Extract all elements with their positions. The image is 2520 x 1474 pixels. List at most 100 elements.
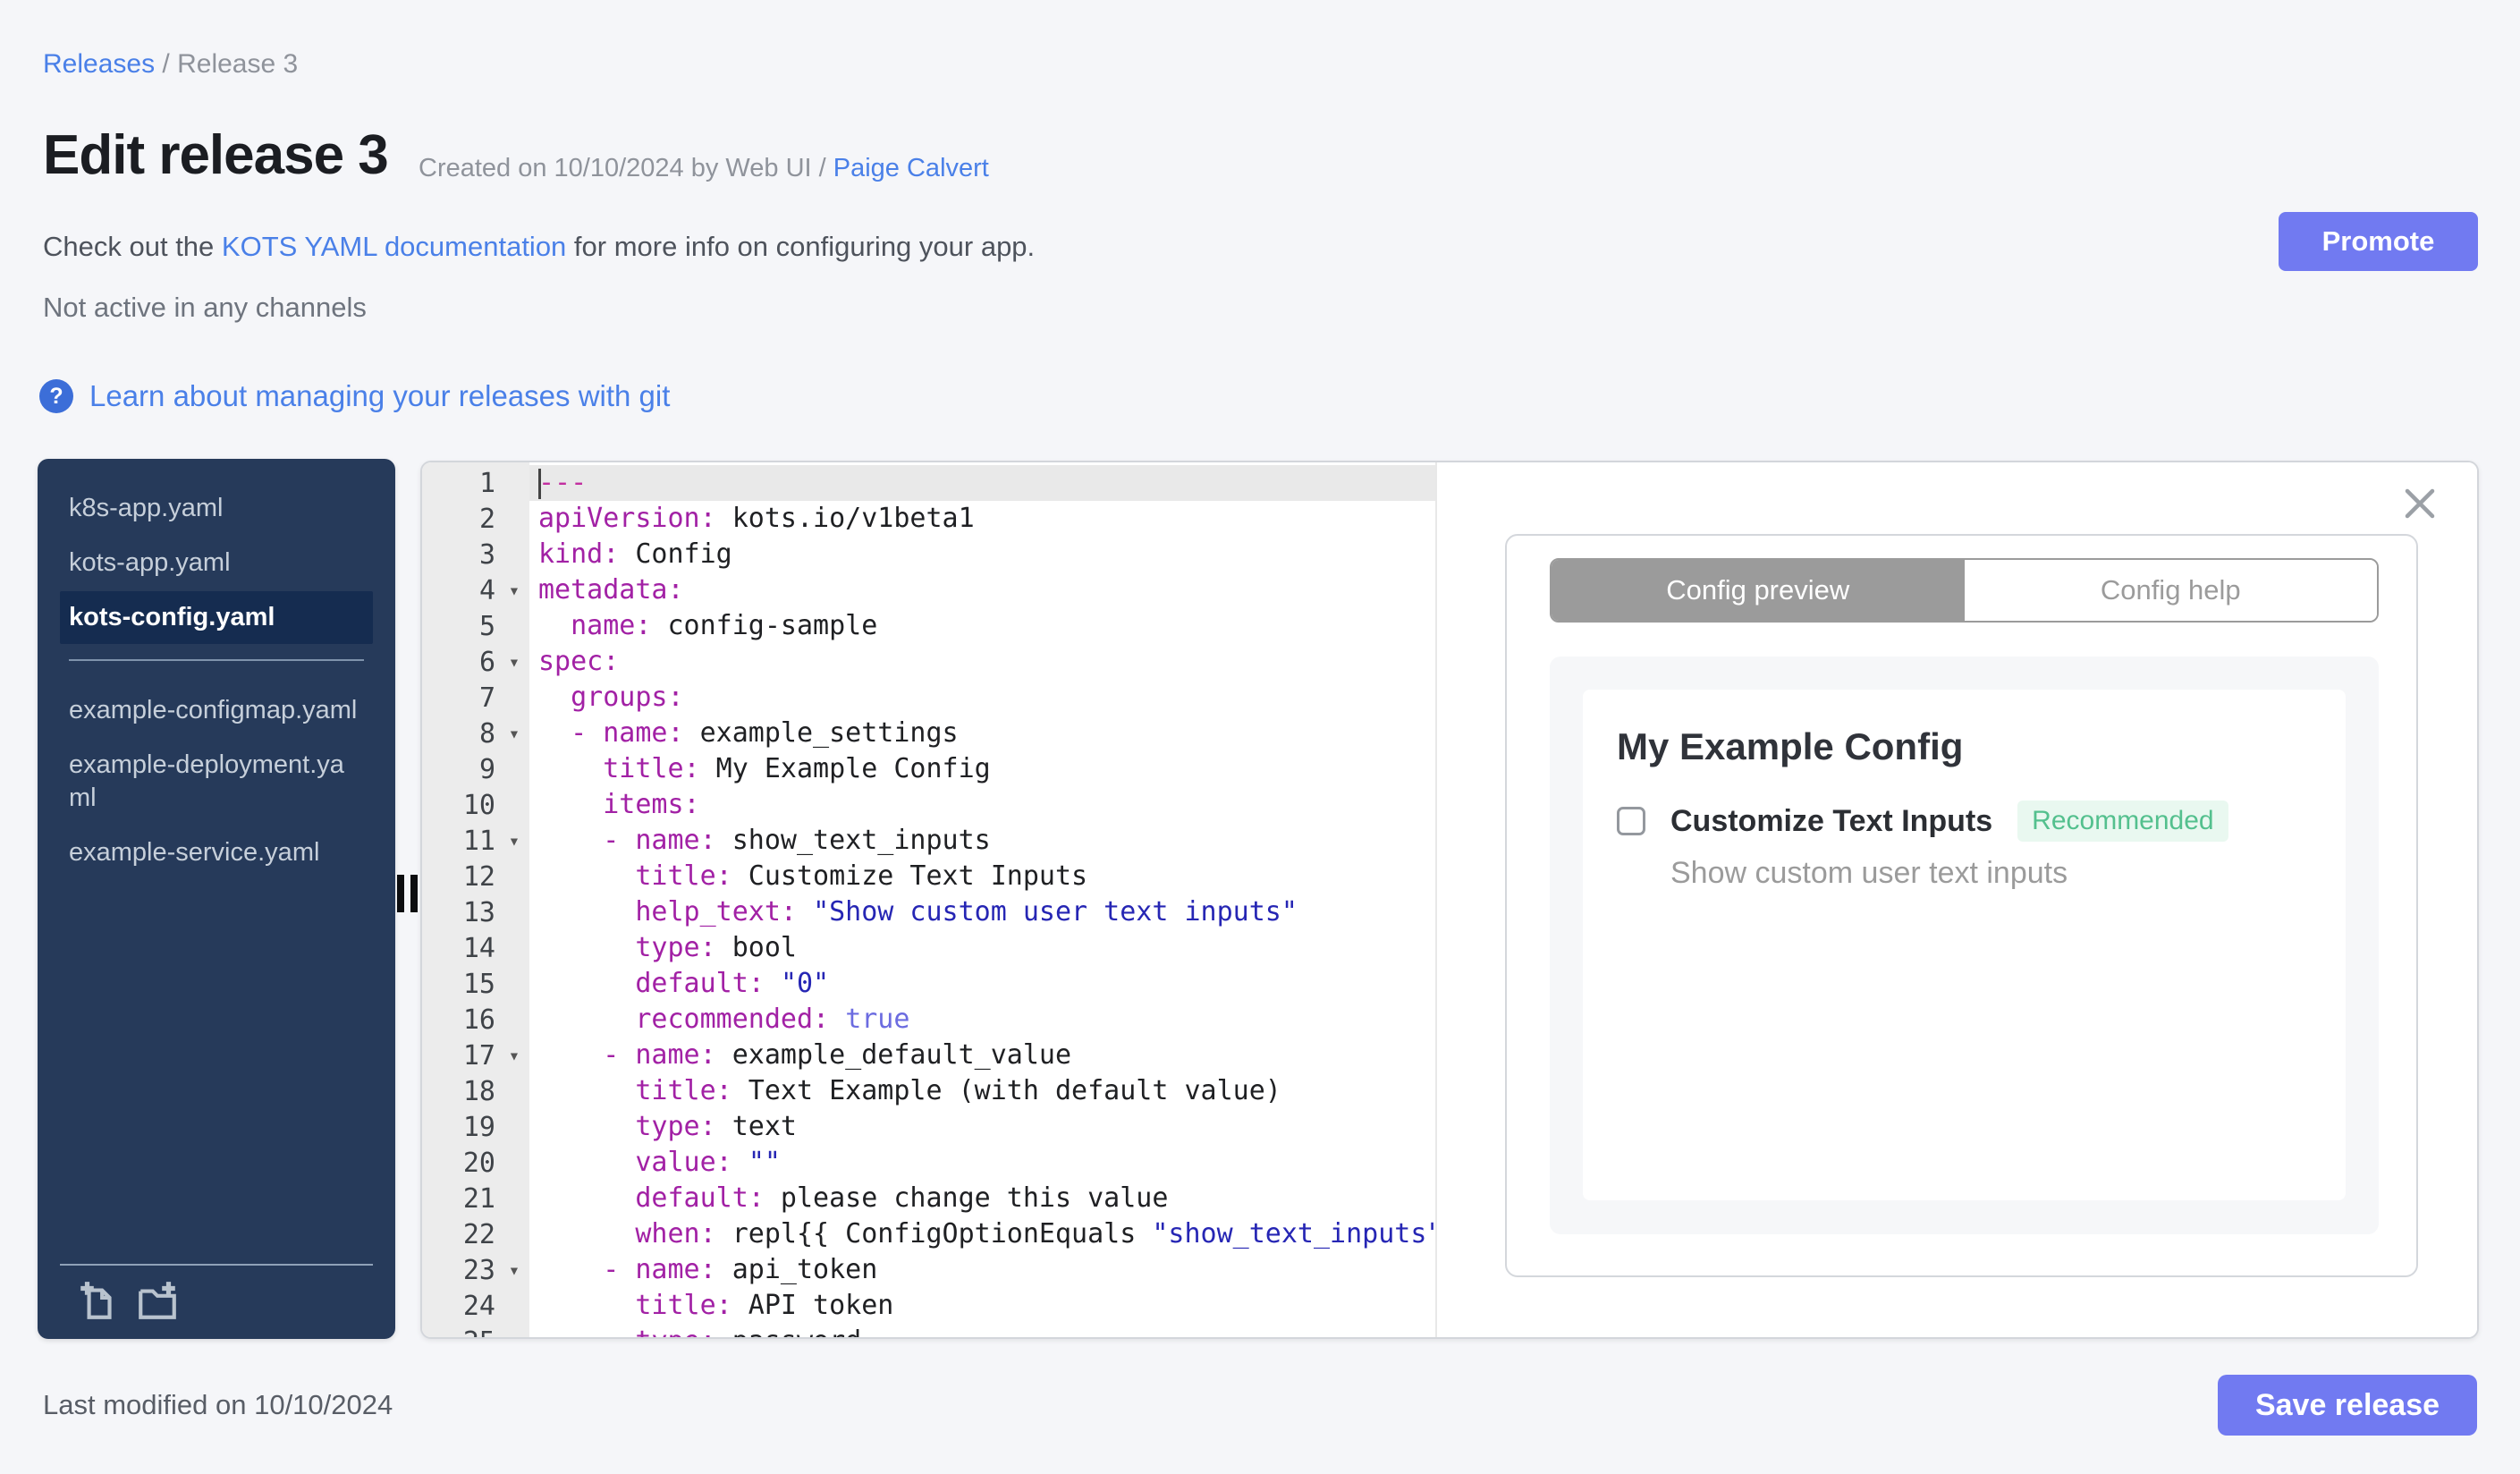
token-key: title: <box>603 753 700 784</box>
token-plain: password <box>716 1326 862 1337</box>
code-line-5[interactable]: name: config-sample <box>529 608 1435 644</box>
code-line-10[interactable]: items: <box>529 787 1435 823</box>
question-mark-icon: ? <box>39 379 73 413</box>
token-key: help_text: <box>635 896 797 928</box>
code-line-2[interactable]: apiVersion: kots.io/v1beta1 <box>529 501 1435 537</box>
token-key: default: <box>635 968 765 999</box>
code-line-7[interactable]: groups: <box>529 680 1435 716</box>
gutter-line-3: 3 <box>422 537 529 572</box>
code-line-4[interactable]: metadata: <box>529 572 1435 608</box>
learn-releases-row: ? Learn about managing your releases wit… <box>39 379 670 413</box>
file-tab-kots-config.yaml[interactable]: kots-config.yaml <box>60 591 373 644</box>
code-line-19[interactable]: type: text <box>529 1109 1435 1145</box>
token-str: "Show custom user text inputs" <box>813 896 1298 928</box>
sidebar-resize-handle[interactable] <box>397 875 418 912</box>
fold-arrow-icon[interactable]: ▾ <box>499 580 529 601</box>
fold-arrow-icon[interactable]: ▾ <box>499 723 529 744</box>
token-plain: show_text_inputs <box>715 825 991 856</box>
config-group-title: My Example Config <box>1617 725 1964 767</box>
token-key: title: <box>635 1075 732 1106</box>
token-key: title: <box>635 1290 732 1321</box>
code-line-13[interactable]: help_text: "Show custom user text inputs… <box>529 894 1435 930</box>
file-tab-kots-app.yaml[interactable]: kots-app.yaml <box>60 537 373 589</box>
code-line-9[interactable]: title: My Example Config <box>529 751 1435 787</box>
tab-config-help[interactable]: Config help <box>1964 560 2377 621</box>
code-line-6[interactable]: spec: <box>529 644 1435 680</box>
learn-releases-link[interactable]: Learn about managing your releases with … <box>89 379 670 413</box>
close-icon[interactable] <box>2402 486 2438 521</box>
line-number: 3 <box>478 538 495 571</box>
gutter-line-24: 24 <box>422 1288 529 1324</box>
code-line-18[interactable]: title: Text Example (with default value) <box>529 1073 1435 1109</box>
breadcrumb: Releases / Release 3 <box>43 47 298 82</box>
line-number: 25 <box>422 1326 499 1338</box>
file-tab-example-deployment.yaml[interactable]: example-deployment.yaml <box>60 739 373 825</box>
kots-yaml-doc-link[interactable]: KOTS YAML documentation <box>222 231 566 262</box>
code-line-25[interactable]: type: password <box>529 1324 1435 1337</box>
code-line-12[interactable]: title: Customize Text Inputs <box>529 859 1435 894</box>
line-number: 7 <box>478 682 495 714</box>
code-line-1[interactable]: --- <box>529 465 1435 501</box>
add-file-icon[interactable] <box>76 1278 121 1323</box>
line-number: 4 <box>478 574 495 606</box>
gutter-line-19: 19 <box>422 1109 529 1145</box>
token-plain: config-sample <box>651 610 878 641</box>
code-line-3[interactable]: kind: Config <box>529 537 1435 572</box>
tab-config-preview[interactable]: Config preview <box>1552 560 1965 621</box>
config-item-row: Customize Text Inputs Recommended <box>1617 801 2228 842</box>
breadcrumb-current: Release 3 <box>177 49 299 79</box>
code-line-20[interactable]: value: "" <box>529 1145 1435 1181</box>
token-plain: My Example Config <box>699 753 991 784</box>
config-item-label: Customize Text Inputs <box>1670 803 1993 838</box>
config-preview-container: Config preview Config help My Example Co… <box>1505 534 2418 1277</box>
code-line-21[interactable]: default: please change this value <box>529 1181 1435 1216</box>
save-release-button[interactable]: Save release <box>2218 1375 2477 1436</box>
token-key: groups: <box>571 682 684 713</box>
code-line-24[interactable]: title: API token <box>529 1288 1435 1324</box>
code-line-17[interactable]: - name: example_default_value <box>529 1038 1435 1073</box>
breadcrumb-releases-link[interactable]: Releases <box>43 49 155 79</box>
release-created-meta: Created on 10/10/2024 by Web UI / Paige … <box>419 154 989 183</box>
code-line-16[interactable]: recommended: true <box>529 1002 1435 1038</box>
fold-arrow-icon[interactable]: ▾ <box>499 830 529 851</box>
token-key: recommended: <box>635 1004 830 1035</box>
breadcrumb-separator: / <box>155 49 178 79</box>
customize-text-inputs-checkbox[interactable] <box>1617 807 1645 835</box>
token-key: kind: <box>538 538 620 570</box>
code-line-23[interactable]: - name: api_token <box>529 1252 1435 1288</box>
code-line-22[interactable]: when: repl{{ ConfigOptionEquals "show_te… <box>529 1216 1435 1252</box>
promote-button[interactable]: Promote <box>2279 212 2478 271</box>
file-tab-example-configmap.yaml[interactable]: example-configmap.yaml <box>60 684 373 737</box>
token-key: default: <box>635 1182 765 1214</box>
token-plain: repl{{ ConfigOptionEquals <box>715 1218 1153 1250</box>
last-modified-text: Last modified on 10/10/2024 <box>43 1389 393 1420</box>
token-key: title: <box>635 860 732 892</box>
code-line-15[interactable]: default: "0" <box>529 966 1435 1002</box>
code-line-8[interactable]: - name: example_settings <box>529 716 1435 751</box>
token-plain: Config <box>619 538 732 570</box>
token-plain: api_token <box>715 1254 878 1285</box>
code-line-11[interactable]: - name: show_text_inputs <box>529 823 1435 859</box>
gutter-line-11: 11 ▾ <box>422 823 529 859</box>
fold-arrow-icon[interactable]: ▾ <box>499 1259 529 1281</box>
fold-arrow-icon[interactable]: ▾ <box>499 1045 529 1066</box>
file-tab-k8s-app.yaml[interactable]: k8s-app.yaml <box>60 482 373 535</box>
code-line-14[interactable]: type: bool <box>529 930 1435 966</box>
fold-arrow-icon[interactable]: ▾ <box>499 651 529 673</box>
add-folder-icon[interactable] <box>135 1278 180 1323</box>
token-key: type: <box>635 1326 715 1337</box>
created-by-link[interactable]: Paige Calvert <box>833 154 989 182</box>
yaml-code-editor[interactable]: --- apiVersion: kots.io/v1beta1 kind: Conf… <box>529 462 1435 1337</box>
file-tab-example-service.yaml[interactable]: example-service.yaml <box>60 826 373 879</box>
